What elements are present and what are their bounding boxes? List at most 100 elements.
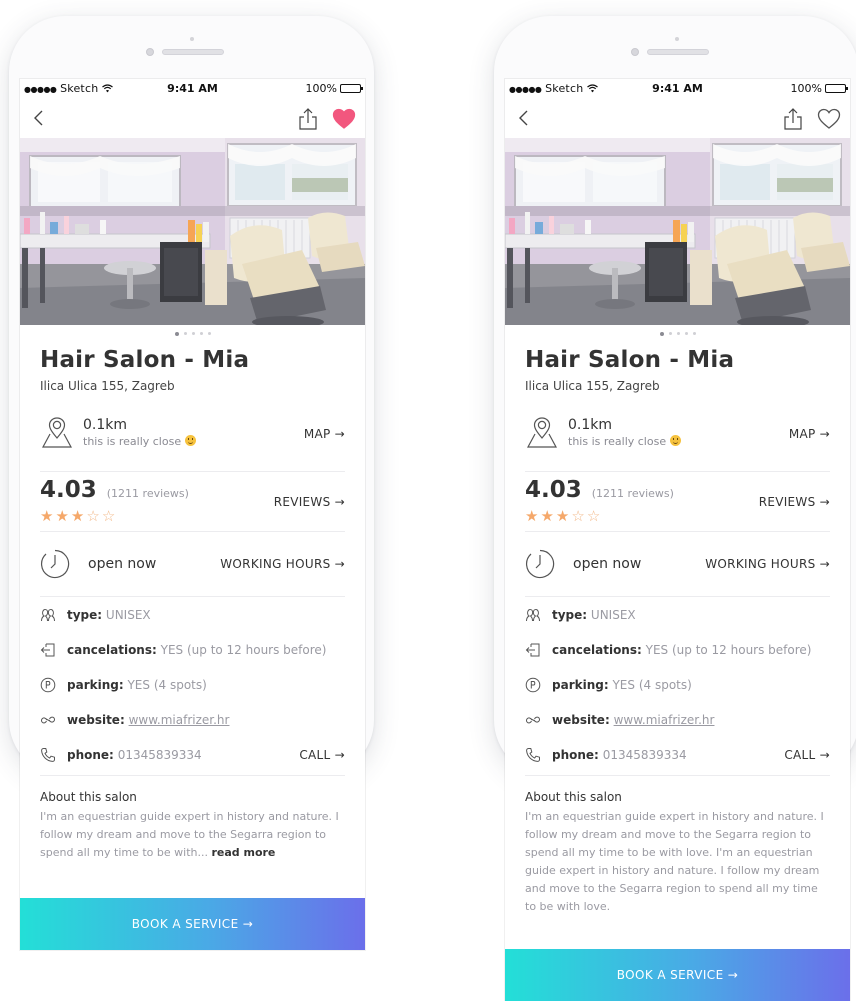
parking-row: parking: YES (4 spots): [40, 667, 345, 702]
star-empty-icon: ☆: [586, 507, 601, 525]
salon-interior-image: [20, 138, 365, 325]
share-icon[interactable]: [297, 107, 319, 131]
pager-dot[interactable]: [676, 332, 680, 335]
star-empty-icon: ☆: [101, 507, 116, 525]
link-icon: [525, 716, 541, 724]
phone-value: 01345839334: [117, 748, 202, 762]
star-filled-icon: ★: [540, 507, 554, 525]
pager-dot[interactable]: [183, 332, 187, 335]
carousel-pager[interactable]: [20, 325, 365, 340]
map-link[interactable]: MAP →: [304, 427, 345, 441]
type-label: type:: [552, 608, 588, 622]
type-value: UNISEX: [105, 608, 151, 622]
cancelations-value: YES (up to 12 hours before): [160, 643, 327, 657]
section-divider: [40, 772, 345, 776]
salon-details: Hair Salon - Mia Ilica Ulica 155, Zagreb…: [20, 347, 365, 862]
carousel-pager[interactable]: [505, 325, 850, 340]
call-link[interactable]: CALL →: [784, 748, 830, 762]
section-divider: [525, 772, 830, 776]
status-bar: ●●●●● Sketch 9:41 AM 100%: [505, 79, 850, 99]
review-count: (1211 reviews): [591, 487, 674, 500]
salon-details: Hair Salon - Mia Ilica Ulica 155, Zagreb…: [505, 347, 850, 916]
call-link[interactable]: CALL →: [299, 748, 345, 762]
rating-value: 4.03 (1211 reviews): [525, 477, 674, 503]
open-status: open now: [88, 556, 157, 572]
salon-photo[interactable]: [20, 138, 365, 325]
website-link[interactable]: www.miafrizer.hr: [614, 713, 715, 727]
chevron-left-icon[interactable]: [513, 106, 535, 130]
distance-value: 0.1km: [568, 417, 613, 433]
clock-icon: [40, 549, 70, 579]
distance-row: 0.1km this is really close MAP →: [40, 397, 345, 472]
book-service-button[interactable]: BOOK A SERVICE →: [20, 898, 365, 950]
cancelations-label: cancelations:: [67, 643, 157, 657]
phone-row: phone: 01345839334 CALL →: [40, 737, 345, 772]
share-icon[interactable]: [782, 107, 804, 131]
heart-icon[interactable]: [332, 108, 356, 130]
smile-emoji-icon: [184, 435, 196, 446]
battery-icon: [340, 84, 363, 93]
salon-interior-image: [505, 138, 850, 325]
about-title: About this salon: [40, 790, 137, 804]
pager-dot[interactable]: [207, 332, 211, 335]
phone-icon: [41, 748, 55, 762]
salon-name: Hair Salon - Mia: [525, 347, 735, 373]
pager-dot[interactable]: [692, 332, 696, 335]
parking-row: parking: YES (4 spots): [525, 667, 830, 702]
hours-row: open now WORKING HOURS →: [525, 532, 830, 597]
star-empty-icon: ☆: [86, 507, 100, 525]
reviews-link[interactable]: REVIEWS →: [759, 495, 830, 509]
pager-dot[interactable]: [684, 332, 688, 335]
review-count: (1211 reviews): [106, 487, 189, 500]
salon-name: Hair Salon - Mia: [40, 347, 250, 373]
pager-dot[interactable]: [668, 332, 672, 335]
star-filled-icon: ★: [555, 507, 570, 525]
parking-icon: [525, 677, 541, 693]
working-hours-link[interactable]: WORKING HOURS →: [220, 557, 345, 571]
parking-label: parking:: [67, 678, 124, 692]
distance-note-text: this is really close: [568, 435, 667, 448]
phone-label: phone:: [67, 748, 114, 762]
nav-bar: [505, 99, 850, 138]
star-filled-icon: ★: [525, 507, 539, 525]
pager-dot[interactable]: [191, 332, 195, 335]
distance-value: 0.1km: [83, 417, 128, 433]
website-link[interactable]: www.miafrizer.hr: [129, 713, 230, 727]
map-link[interactable]: MAP →: [789, 427, 830, 441]
star-rating: ★ ★ ★ ☆ ☆: [40, 509, 115, 524]
sensor-dot: [675, 37, 679, 41]
smile-emoji-icon: [669, 435, 681, 446]
earpiece-speaker: [647, 49, 709, 55]
pager-dot[interactable]: [174, 331, 179, 336]
app-screen: ●●●●● Sketch 9:41 AM 100% Hair Salon - M…: [20, 79, 365, 950]
chevron-left-icon[interactable]: [28, 106, 50, 130]
status-bar: ●●●●● Sketch 9:41 AM 100%: [20, 79, 365, 99]
book-service-button[interactable]: BOOK A SERVICE →: [505, 949, 850, 1001]
battery-icon: [825, 84, 848, 93]
heart-icon[interactable]: [817, 108, 841, 130]
pager-dot[interactable]: [659, 331, 664, 336]
salon-photo[interactable]: [505, 138, 850, 325]
working-hours-link[interactable]: WORKING HOURS →: [705, 557, 830, 571]
app-screen: ●●●●● Sketch 9:41 AM 100% Hair Salon - M…: [505, 79, 850, 1001]
nav-bar: [20, 99, 365, 138]
star-rating: ★ ★ ★ ☆ ☆: [525, 509, 600, 524]
front-camera: [146, 48, 154, 56]
phone-value: 01345839334: [602, 748, 687, 762]
website-row: website: www.miafrizer.hr: [525, 702, 830, 737]
pager-dot[interactable]: [199, 332, 203, 335]
front-camera: [631, 48, 639, 56]
distance-note: this is really close: [83, 435, 196, 448]
read-more-link[interactable]: read more: [211, 846, 275, 859]
rating-number: 4.03: [40, 477, 97, 503]
parking-value: YES (4 spots): [127, 678, 207, 692]
distance-row: 0.1km this is really close MAP →: [525, 397, 830, 472]
salon-address: Ilica Ulica 155, Zagreb: [525, 379, 660, 393]
cancelations-row: cancelations: YES (up to 12 hours before…: [525, 632, 830, 667]
reviews-link[interactable]: REVIEWS →: [274, 495, 345, 509]
phone-row: phone: 01345839334 CALL →: [525, 737, 830, 772]
rating-row: 4.03 (1211 reviews) ★ ★ ★ ☆ ☆ REVIEWS →: [525, 472, 830, 532]
type-label: type:: [67, 608, 103, 622]
star-empty-icon: ☆: [571, 507, 585, 525]
distance-note: this is really close: [568, 435, 681, 448]
